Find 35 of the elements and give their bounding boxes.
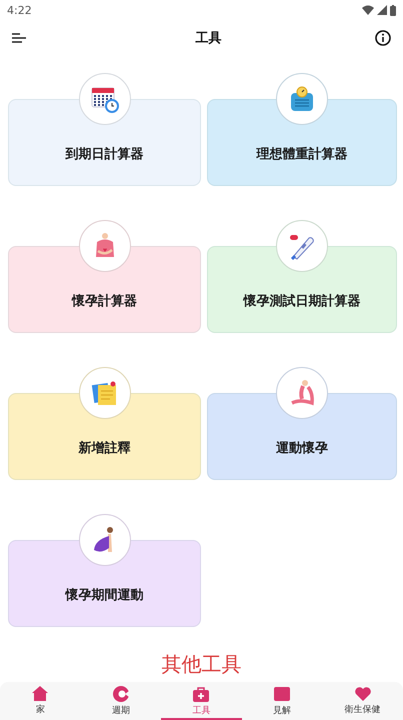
tool-label: 懷孕期間運動 xyxy=(66,587,144,606)
medical-bag-icon xyxy=(193,686,210,702)
sticky-note-icon xyxy=(90,379,118,407)
thermometer-icon xyxy=(288,232,316,260)
wifi-icon xyxy=(362,5,374,15)
tool-card[interactable]: 懷孕計算器 xyxy=(8,246,201,333)
battery-icon xyxy=(390,4,396,16)
nav-tab[interactable]: 見解 xyxy=(242,682,322,720)
info-icon[interactable] xyxy=(375,30,391,46)
tool-label: 到期日計算器 xyxy=(66,146,144,164)
tool-card[interactable]: 懷孕期間運動 xyxy=(8,540,201,627)
tool-label: 理想體重計算器 xyxy=(256,146,348,164)
tool-label: 運動懷孕 xyxy=(276,440,328,458)
home-icon xyxy=(32,686,48,701)
signal-icon xyxy=(377,5,387,15)
status-time: 4:22 xyxy=(7,4,32,16)
tool-label: 懷孕計算器 xyxy=(72,293,137,312)
nav-tab[interactable]: 週期 xyxy=(80,682,162,720)
nav-tab[interactable]: 家 xyxy=(0,682,81,720)
calendar-icon xyxy=(90,85,118,113)
tool-label: 懷孕測試日期計算器 xyxy=(244,293,360,312)
heart-icon xyxy=(354,686,371,700)
tool-card[interactable]: 運動懷孕 xyxy=(207,393,397,480)
section-title: 其他工具 xyxy=(160,651,242,678)
cycle-icon xyxy=(112,686,129,702)
tool-card[interactable]: 懷孕測試日期計算器 xyxy=(207,246,397,333)
scale-icon xyxy=(288,85,316,113)
page-title: 工具 xyxy=(196,30,222,47)
menu-icon[interactable] xyxy=(12,33,26,43)
nav-tab[interactable]: 衛生保健 xyxy=(322,682,403,720)
tool-card[interactable]: 到期日計算器 xyxy=(8,99,201,186)
tool-card[interactable]: 新增註釋 xyxy=(8,393,201,480)
tool-card[interactable]: 理想體重計算器 xyxy=(207,99,397,186)
tool-label: 新增註釋 xyxy=(78,440,130,458)
nav-tab[interactable]: 工具 xyxy=(161,682,242,720)
